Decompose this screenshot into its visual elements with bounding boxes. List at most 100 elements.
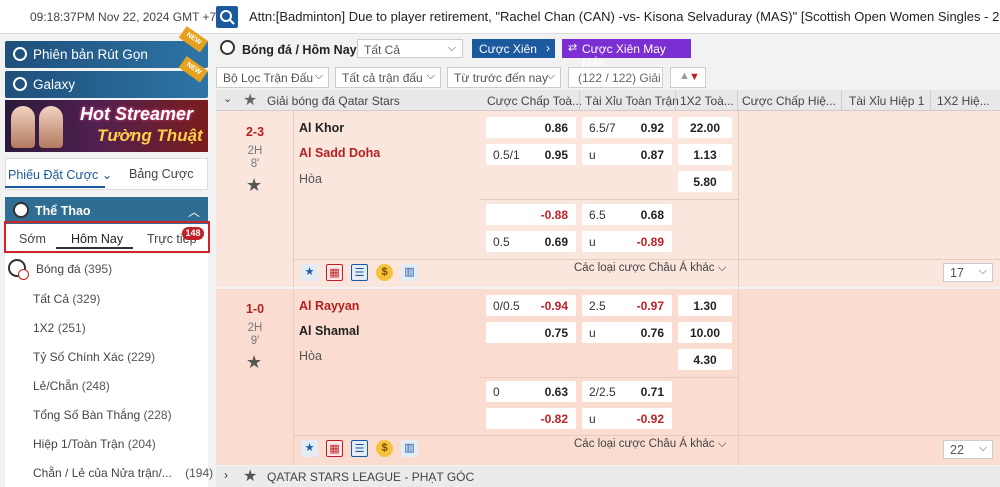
- odds-cell[interactable]: 1.13: [678, 144, 732, 165]
- favorite-star-icon[interactable]: ★: [301, 440, 318, 457]
- odds-cell[interactable]: 10.00: [678, 322, 732, 343]
- odds-cell[interactable]: 2/2.5 0.71: [582, 381, 672, 402]
- favorite-star-icon[interactable]: ★: [246, 352, 262, 373]
- promo-label: Phiên bản Rút Gọn: [33, 47, 148, 62]
- promo-galaxy[interactable]: Galaxy NEW: [5, 56, 208, 98]
- stats-list-icon[interactable]: ☰: [351, 440, 368, 457]
- more-label: Các loại cược Châu Á khác: [574, 262, 715, 274]
- odds-cell[interactable]: 0 0.63: [486, 381, 576, 402]
- sidebar-item-total-goals[interactable]: Tổng Số Bàn Thắng (228): [33, 408, 172, 422]
- favorite-star-icon[interactable]: ★: [243, 466, 257, 486]
- odds-cell[interactable]: u 0.87: [582, 144, 672, 165]
- score-grid-icon[interactable]: ▦: [326, 440, 343, 457]
- sports-title: Thể Thao: [35, 204, 91, 218]
- odds-value: 1.30: [693, 299, 717, 313]
- match-score: 1-0: [245, 302, 265, 316]
- stats-list-icon[interactable]: ☰: [351, 264, 368, 281]
- sort-button[interactable]: ▲ ▼: [670, 67, 706, 88]
- soccer-live-icon: [8, 259, 29, 280]
- col-handicap-h1: Cược Chấp Hiệ...: [742, 94, 836, 108]
- sidebar-item-ht-ft[interactable]: Hiệp 1/Toàn Trận (204): [33, 437, 156, 451]
- column-divider: [579, 90, 580, 111]
- odds-cell[interactable]: 2.5 -0.97: [582, 295, 672, 316]
- announcement-marquee[interactable]: Attn:[Badminton] Due to player retiremen…: [249, 9, 1000, 24]
- item-count: (228): [143, 408, 172, 422]
- button-label: Cược Xiên: [479, 42, 537, 56]
- sidebar-item-half-odd-even[interactable]: Chẵn / Lẻ của Nửa trận/... (194): [33, 466, 213, 480]
- tab-bet-board[interactable]: Bảng Cược: [129, 167, 194, 181]
- odds-cell[interactable]: 0.5/1 0.95: [486, 144, 576, 165]
- tab-bet-slip[interactable]: Phiếu Đặt Cược ⌄: [8, 167, 112, 182]
- search-icon: [220, 10, 235, 25]
- more-markets-count[interactable]: 22 ⌵: [943, 440, 993, 459]
- sidebar-item-correct-score[interactable]: Tỷ Số Chính Xác (229): [33, 350, 155, 364]
- sidebar-item-odd-even[interactable]: Lẻ/Chẵn (248): [33, 379, 110, 393]
- lucky-parlay-button[interactable]: ⇄ Cược Xiên May Mắn: [562, 39, 691, 70]
- page-title: Bóng đá / Hôm Nay: [242, 43, 357, 57]
- odds-cell[interactable]: 0.86: [486, 117, 576, 138]
- dropdown-label: Bộ Lọc Trận Đấu: [223, 71, 314, 85]
- clock: 09:18:37PM Nov 22, 2024 GMT +7: [30, 10, 217, 24]
- sidebar-item-all[interactable]: Tất Cả (329): [33, 292, 100, 306]
- odds-value: -0.82: [540, 412, 568, 426]
- chevron-up-icon: ︿: [187, 205, 200, 219]
- odds-cell[interactable]: 0/0.5 -0.94: [486, 295, 576, 316]
- sports-header[interactable]: Thể Thao ︿: [5, 197, 208, 224]
- odds-value: -0.97: [636, 299, 664, 313]
- league-header-collapsed[interactable]: › ★ QATAR STARS LEAGUE - PHẠT GÓC: [216, 466, 1000, 487]
- cashout-coin-icon[interactable]: $: [376, 264, 393, 281]
- favorite-star-icon[interactable]: ★: [246, 175, 262, 196]
- chevron-down-icon[interactable]: ⌄: [223, 92, 232, 105]
- odds-cell[interactable]: 4.30: [678, 349, 732, 370]
- more-asian-markets[interactable]: Các loại cược Châu Á khác ⌵: [574, 262, 726, 275]
- odds-value: -0.94: [540, 299, 568, 313]
- odds-cell[interactable]: 1.30: [678, 295, 732, 316]
- more-asian-markets[interactable]: Các loại cược Châu Á khác ⌵: [574, 438, 726, 451]
- time-sort-dropdown[interactable]: Từ trước đến nay ⌵: [447, 67, 561, 88]
- item-count: (395): [84, 262, 113, 276]
- odds-cell[interactable]: -0.82: [486, 408, 576, 429]
- column-divider: [930, 90, 931, 111]
- bar-chart-icon[interactable]: ▥: [401, 264, 418, 281]
- odds-cell[interactable]: 6.5/7 0.92: [582, 117, 672, 138]
- all-matches-dropdown[interactable]: Tất cả trận đấu ⌵: [335, 67, 441, 88]
- odds-value: 0.86: [544, 121, 568, 135]
- odds-value: 0.92: [640, 121, 664, 135]
- match-filter-dropdown[interactable]: Bộ Lọc Trận Đấu ⌵: [216, 67, 329, 88]
- item-count: (329): [72, 292, 101, 306]
- search-button[interactable]: [216, 6, 238, 28]
- score-grid-icon[interactable]: ▦: [326, 264, 343, 281]
- chevron-down-icon: ⌵: [447, 42, 456, 54]
- favorite-star-icon[interactable]: ★: [301, 264, 318, 281]
- sidebar-item-soccer[interactable]: Bóng đá (395): [36, 262, 112, 276]
- match-minute: 8': [250, 158, 260, 170]
- match-minute: 9': [250, 335, 260, 347]
- odds-cell[interactable]: u -0.92: [582, 408, 672, 429]
- soccer-ball-icon: [13, 202, 29, 218]
- cashout-coin-icon[interactable]: $: [376, 440, 393, 457]
- odds-cell[interactable]: 22.00: [678, 117, 732, 138]
- odds-value: 0.63: [544, 385, 568, 399]
- banner-subtitle: Tường Thuật: [97, 126, 203, 145]
- favorite-star-icon[interactable]: ★: [243, 90, 257, 110]
- odds-cell[interactable]: u 0.76: [582, 322, 672, 343]
- odds-cell[interactable]: 0.5 0.69: [486, 231, 576, 252]
- count-value: 22: [950, 443, 964, 457]
- more-markets-count[interactable]: 17 ⌵: [943, 263, 993, 282]
- odds-cell[interactable]: -0.88: [486, 204, 576, 225]
- market-filter-select[interactable]: Tất Cả ⌵: [357, 39, 463, 58]
- odds-cell[interactable]: 5.80: [678, 171, 732, 192]
- streamer-photo: [39, 106, 63, 148]
- odds-cell[interactable]: 6.5 0.68: [582, 204, 672, 225]
- odds-cell[interactable]: u -0.89: [582, 231, 672, 252]
- row-divider: [480, 377, 738, 378]
- item-count: (229): [127, 350, 156, 364]
- promo-lite-version[interactable]: Phiên bản Rút Gọn NEW: [5, 26, 208, 68]
- chevron-down-icon: ⌵: [717, 262, 727, 274]
- bar-chart-icon[interactable]: ▥: [401, 440, 418, 457]
- parlay-button[interactable]: Cược Xiên ›: [472, 39, 555, 58]
- hot-streamer-banner[interactable]: Hot Streamer Tường Thuật: [5, 100, 208, 152]
- odds-cell[interactable]: 0.75: [486, 322, 576, 343]
- sidebar-item-1x2[interactable]: 1X2 (251): [33, 321, 86, 335]
- league-count-selector[interactable]: (122 / 122) Giải: [568, 67, 663, 88]
